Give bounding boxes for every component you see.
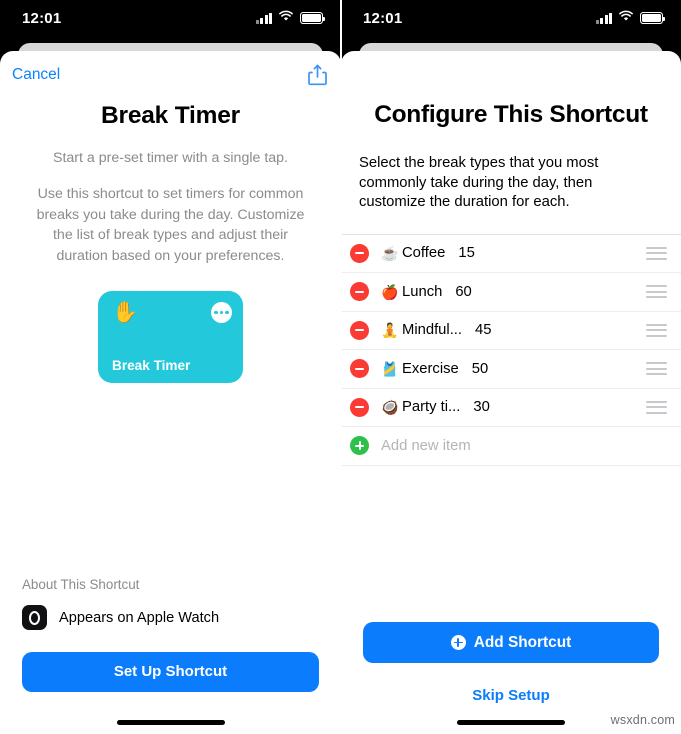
home-indicator [457, 720, 565, 725]
cellular-signal-icon [255, 12, 272, 24]
status-bar-icons [595, 9, 665, 27]
status-bar-time: 12:01 [22, 9, 62, 27]
delete-row-icon[interactable] [350, 397, 369, 417]
shortcut-preview-card[interactable]: ✋ Break Timer [98, 291, 243, 383]
cellular-signal-icon [595, 12, 612, 24]
row-label: Party ti... [402, 399, 461, 416]
add-new-item-row[interactable]: Add new item [341, 427, 681, 466]
shortcut-card-label: Break Timer [112, 358, 191, 373]
more-options-icon[interactable] [211, 302, 232, 323]
home-indicator [116, 720, 225, 725]
row-emoji-icon: 🎽 [381, 360, 399, 377]
table-row[interactable]: ☕ Coffee 15 [341, 235, 681, 273]
status-bar-left: 12:01 [0, 0, 341, 36]
drag-handle-icon[interactable] [646, 362, 667, 376]
page-subtitle: Start a pre-set timer with a single tap. [53, 150, 288, 166]
add-row-icon[interactable] [350, 436, 369, 456]
drag-handle-icon[interactable] [646, 323, 667, 337]
about-heading: About This Shortcut [22, 577, 140, 592]
set-up-shortcut-button[interactable]: Set Up Shortcut [22, 652, 319, 692]
row-emoji-icon: 🍎 [381, 283, 399, 300]
row-label: Mindful... [402, 322, 463, 339]
wifi-icon [618, 9, 634, 27]
table-row[interactable]: 🍎 Lunch 60 [341, 273, 681, 312]
table-row[interactable]: 🎽 Exercise 50 [341, 350, 681, 389]
page-description: Use this shortcut to set timers for comm… [36, 186, 305, 264]
table-row[interactable]: 🥥 Party ti... 30 [341, 389, 681, 427]
battery-icon [300, 12, 325, 24]
page-description: Select the break types that you most com… [359, 155, 599, 210]
battery-icon [640, 12, 665, 24]
row-emoji-icon: ☕ [381, 245, 399, 262]
row-duration-value[interactable]: 30 [473, 399, 489, 415]
drag-handle-icon[interactable] [646, 246, 667, 260]
status-bar-icons [255, 9, 325, 27]
plus-circle-icon [450, 635, 466, 650]
left-phone-screen: 12:01 Cancel Break Timer Start a pre-set… [0, 0, 341, 734]
right-phone-screen: 12:01 Configure This Shortcut Select the… [341, 0, 681, 734]
add-new-item-label: Add new item [381, 437, 471, 454]
delete-row-icon[interactable] [350, 282, 369, 302]
table-row[interactable]: 🧘 Mindful... 45 [341, 312, 681, 350]
shortcut-detail-sheet: Cancel Break Timer Start a pre-set timer… [0, 51, 341, 734]
drag-handle-icon[interactable] [646, 285, 667, 299]
delete-row-icon[interactable] [350, 359, 369, 379]
row-duration-value[interactable]: 45 [475, 322, 491, 338]
status-bar-time: 12:01 [363, 9, 403, 27]
drag-handle-icon[interactable] [646, 400, 667, 414]
row-duration-value[interactable]: 15 [458, 245, 474, 261]
row-label: Exercise [402, 360, 459, 377]
cancel-button[interactable]: Cancel [12, 66, 60, 84]
page-title: Break Timer [101, 102, 240, 129]
break-types-list: ☕ Coffee 15 🍎 Lunch 60 🧘 Mindful... 45 🎽 Exercise 5… [341, 233, 681, 466]
raised-hand-icon: ✋ [112, 301, 139, 324]
sheet-top-bar: Cancel [0, 51, 341, 98]
status-bar-right: 12:01 [341, 0, 681, 36]
watermark: wsxdn.com [610, 713, 675, 727]
delete-row-icon[interactable] [350, 243, 369, 263]
row-emoji-icon: 🥥 [381, 399, 399, 416]
configure-shortcut-sheet: Configure This Shortcut Select the break… [341, 51, 681, 734]
page-title: Configure This Shortcut [374, 101, 648, 128]
add-shortcut-button[interactable]: Add Shortcut [363, 622, 659, 663]
apple-watch-icon [22, 605, 47, 630]
dual-phone-screenshot: 12:01 Cancel Break Timer Start a pre-set… [0, 0, 681, 734]
about-section: About This Shortcut Appears on Apple Wat… [0, 577, 341, 734]
add-shortcut-label: Add Shortcut [473, 633, 572, 651]
row-label: Lunch [402, 283, 443, 300]
about-row-label: Appears on Apple Watch [59, 609, 220, 626]
row-emoji-icon: 🧘 [381, 322, 399, 339]
share-icon[interactable] [308, 64, 327, 86]
delete-row-icon[interactable] [350, 320, 369, 340]
row-duration-value[interactable]: 60 [455, 284, 471, 300]
row-duration-value[interactable]: 50 [472, 361, 488, 377]
row-label: Coffee [402, 245, 446, 262]
screen-divider [340, 0, 342, 734]
about-row-apple-watch: Appears on Apple Watch [22, 605, 319, 630]
wifi-icon [278, 9, 294, 27]
skip-setup-button[interactable]: Skip Setup [363, 687, 659, 704]
